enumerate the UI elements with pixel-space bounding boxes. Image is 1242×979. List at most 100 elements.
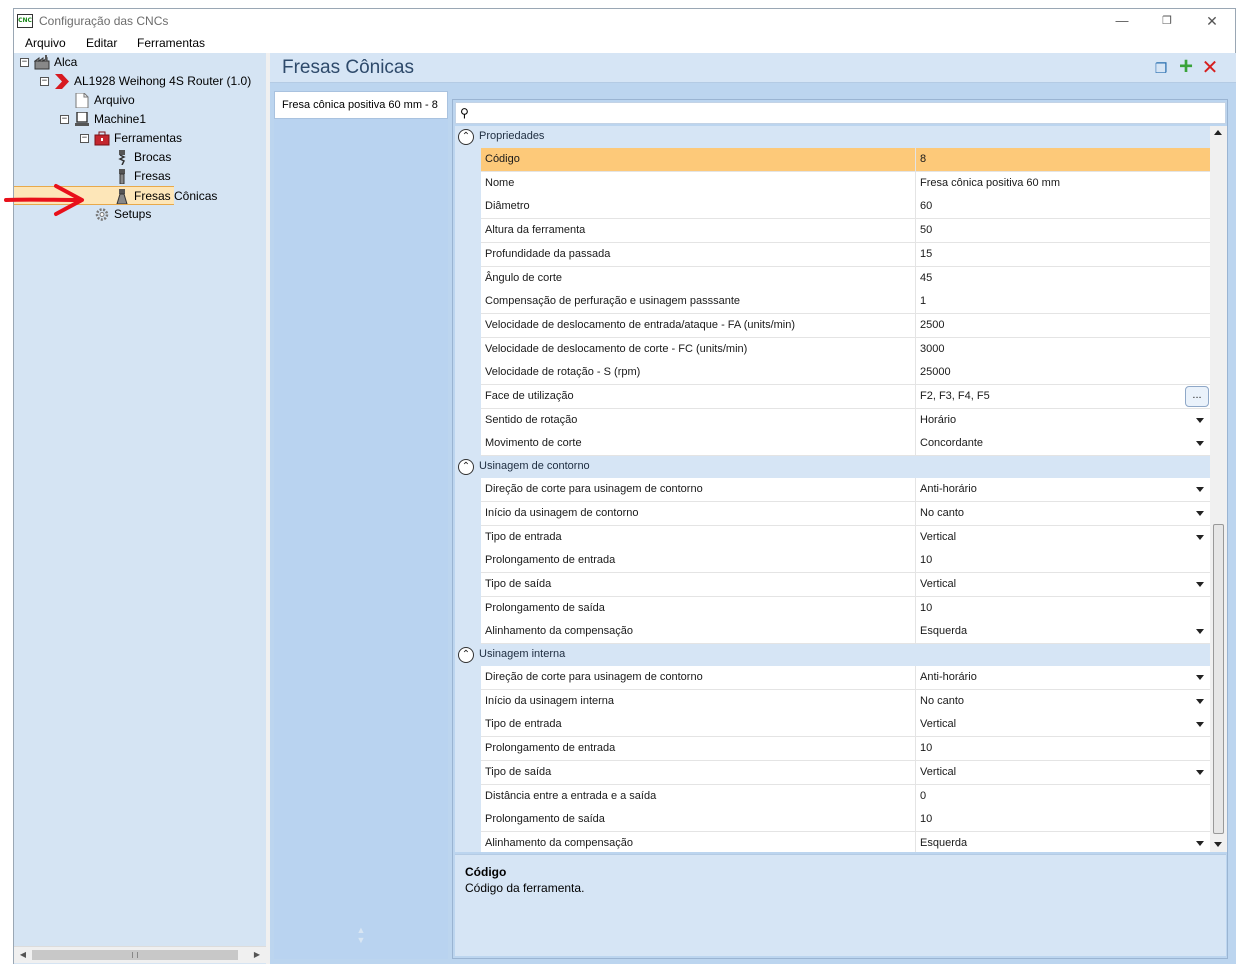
tree-node[interactable]: Setups xyxy=(80,205,260,224)
property-row[interactable]: Início da usinagem de contorno No canto xyxy=(455,501,1210,526)
property-category[interactable]: ⌃ Usinagem interna xyxy=(455,644,1210,666)
property-row[interactable]: Face de utilização F2, F3, F4, F5... xyxy=(455,385,1210,409)
property-row[interactable]: Altura da ferramenta 50 xyxy=(455,219,1210,244)
property-value[interactable]: 60 xyxy=(916,195,1210,220)
property-value[interactable]: F2, F3, F4, F5... xyxy=(916,385,1210,409)
dropdown-arrow-icon[interactable] xyxy=(1196,534,1204,540)
property-row[interactable]: Prolongamento de entrada 10 xyxy=(455,549,1210,574)
property-row[interactable]: Compensação de perfuração e usinagem pas… xyxy=(455,290,1210,315)
property-row[interactable]: Prolongamento de entrada 10 xyxy=(455,737,1210,762)
property-value[interactable]: 8 xyxy=(916,148,1210,172)
scroll-down-arrow-icon[interactable] xyxy=(1214,842,1222,847)
dropdown-arrow-icon[interactable] xyxy=(1196,441,1204,447)
scroll-up-arrow-icon[interactable] xyxy=(1214,130,1222,135)
property-row[interactable]: Direção de corte para usinagem de contor… xyxy=(455,666,1210,690)
menu-ferramentas[interactable]: Ferramentas xyxy=(137,36,205,50)
property-vertical-scrollbar[interactable] xyxy=(1210,126,1227,852)
tree-node[interactable]: − Ferramentas xyxy=(80,129,260,148)
property-value[interactable]: 50 xyxy=(916,219,1210,244)
tree-horizontal-scrollbar[interactable]: ◀ ▶ xyxy=(14,946,266,963)
property-row[interactable]: Nome Fresa cônica positiva 60 mm xyxy=(455,171,1210,196)
tree-node[interactable]: Arquivo xyxy=(60,91,260,110)
property-value[interactable]: 10 xyxy=(916,808,1210,833)
dropdown-arrow-icon[interactable] xyxy=(1196,769,1204,775)
category-collapse-icon[interactable]: ⌃ xyxy=(458,459,474,476)
property-row[interactable]: Início da usinagem interna No canto xyxy=(455,689,1210,714)
property-value[interactable]: 45 xyxy=(916,266,1210,291)
property-row[interactable]: Prolongamento de saída 10 xyxy=(455,808,1210,833)
category-collapse-icon[interactable]: ⌃ xyxy=(458,129,474,145)
dropdown-arrow-icon[interactable] xyxy=(1196,581,1204,587)
property-value[interactable]: Esquerda xyxy=(916,620,1210,645)
property-row[interactable]: Profundidade da passada 15 xyxy=(455,242,1210,267)
property-row[interactable]: Velocidade de rotação - S (rpm) 25000 xyxy=(455,361,1210,386)
copy-icon[interactable]: ❐ xyxy=(1152,59,1170,77)
property-row[interactable]: Alinhamento da compensação Esquerda xyxy=(455,831,1210,852)
property-value[interactable]: 0 xyxy=(916,784,1210,809)
property-value[interactable]: 15 xyxy=(916,242,1210,267)
property-value[interactable]: Anti-horário xyxy=(916,666,1210,690)
property-row[interactable]: Distância entre a entrada e a saída 0 xyxy=(455,784,1210,809)
property-row[interactable]: Ângulo de corte 45 xyxy=(455,266,1210,291)
close-window-button[interactable]: ✕ xyxy=(1189,9,1235,34)
property-value[interactable]: 1 xyxy=(916,290,1210,315)
property-row[interactable]: Alinhamento da compensação Esquerda xyxy=(455,620,1210,645)
scroll-thumb[interactable] xyxy=(1213,524,1224,834)
property-row[interactable]: Tipo de entrada Vertical xyxy=(455,713,1210,738)
dropdown-arrow-icon[interactable] xyxy=(1196,510,1204,516)
property-value[interactable]: Vertical xyxy=(916,572,1210,597)
property-value[interactable]: 10 xyxy=(916,737,1210,762)
property-value[interactable]: Horário xyxy=(916,408,1210,433)
property-value[interactable]: Fresa cônica positiva 60 mm xyxy=(916,171,1210,196)
property-category[interactable]: ⌃ Propriedades xyxy=(455,126,1210,148)
property-value[interactable]: Anti-horário xyxy=(916,478,1210,503)
dropdown-arrow-icon[interactable] xyxy=(1196,417,1204,423)
property-row[interactable]: Tipo de saída Vertical xyxy=(455,572,1210,597)
add-icon[interactable]: + xyxy=(1177,55,1195,79)
property-row[interactable]: Velocidade de deslocamento de entrada/at… xyxy=(455,313,1210,338)
property-row[interactable]: Velocidade de deslocamento de corte - FC… xyxy=(455,337,1210,362)
property-row[interactable]: Direção de corte para usinagem de contor… xyxy=(455,478,1210,503)
property-row[interactable]: Diâmetro 60 xyxy=(455,195,1210,220)
tree-node[interactable]: Fresas xyxy=(100,167,260,186)
dropdown-arrow-icon[interactable] xyxy=(1196,629,1204,635)
tree-node[interactable]: − AL1928 Weihong 4S Router (1.0) xyxy=(40,72,260,91)
tree-collapse-icon[interactable]: − xyxy=(80,134,89,143)
tree-node[interactable]: − Alca xyxy=(20,53,260,72)
property-row[interactable]: Tipo de saída Vertical xyxy=(455,760,1210,785)
property-value[interactable]: 25000 xyxy=(916,361,1210,386)
tree-collapse-icon[interactable]: − xyxy=(20,58,29,67)
maximize-button[interactable]: ❐ xyxy=(1144,9,1190,34)
minimize-button[interactable]: — xyxy=(1099,9,1145,34)
property-value[interactable]: 2500 xyxy=(916,313,1210,338)
property-value[interactable]: Vertical xyxy=(916,525,1210,550)
property-value[interactable]: Esquerda xyxy=(916,831,1210,852)
tool-list-item[interactable]: Fresa cônica positiva 60 mm - 8 xyxy=(274,91,448,119)
property-value[interactable]: Vertical xyxy=(916,713,1210,738)
property-row[interactable]: Tipo de entrada Vertical xyxy=(455,525,1210,550)
tree-collapse-icon[interactable]: − xyxy=(60,115,69,124)
scroll-right-arrow-icon[interactable]: ▶ xyxy=(250,948,264,962)
property-value[interactable]: 3000 xyxy=(916,337,1210,362)
property-row[interactable]: Prolongamento de saída 10 xyxy=(455,596,1210,621)
property-value[interactable]: Concordante xyxy=(916,432,1210,457)
scroll-left-arrow-icon[interactable]: ◀ xyxy=(16,948,30,962)
property-value[interactable]: Vertical xyxy=(916,760,1210,785)
property-row[interactable]: Código 8 xyxy=(455,148,1210,172)
menu-arquivo[interactable]: Arquivo xyxy=(25,36,66,50)
dropdown-arrow-icon[interactable] xyxy=(1196,722,1204,728)
property-value[interactable]: 10 xyxy=(916,596,1210,621)
dropdown-arrow-icon[interactable] xyxy=(1196,840,1204,846)
dropdown-arrow-icon[interactable] xyxy=(1196,487,1204,493)
menu-editar[interactable]: Editar xyxy=(86,36,117,50)
property-search-input[interactable]: ⚲ xyxy=(455,102,1226,124)
tree-node[interactable]: − Machine1 xyxy=(60,110,260,129)
tree-collapse-icon[interactable]: − xyxy=(40,77,49,86)
scroll-thumb[interactable] xyxy=(32,950,238,960)
dropdown-arrow-icon[interactable] xyxy=(1196,698,1204,704)
dropdown-arrow-icon[interactable] xyxy=(1196,675,1204,680)
category-collapse-icon[interactable]: ⌃ xyxy=(458,647,474,663)
delete-icon[interactable]: ✕ xyxy=(1201,58,1219,78)
property-value[interactable]: No canto xyxy=(916,689,1210,714)
ellipsis-button[interactable]: ... xyxy=(1185,386,1209,407)
